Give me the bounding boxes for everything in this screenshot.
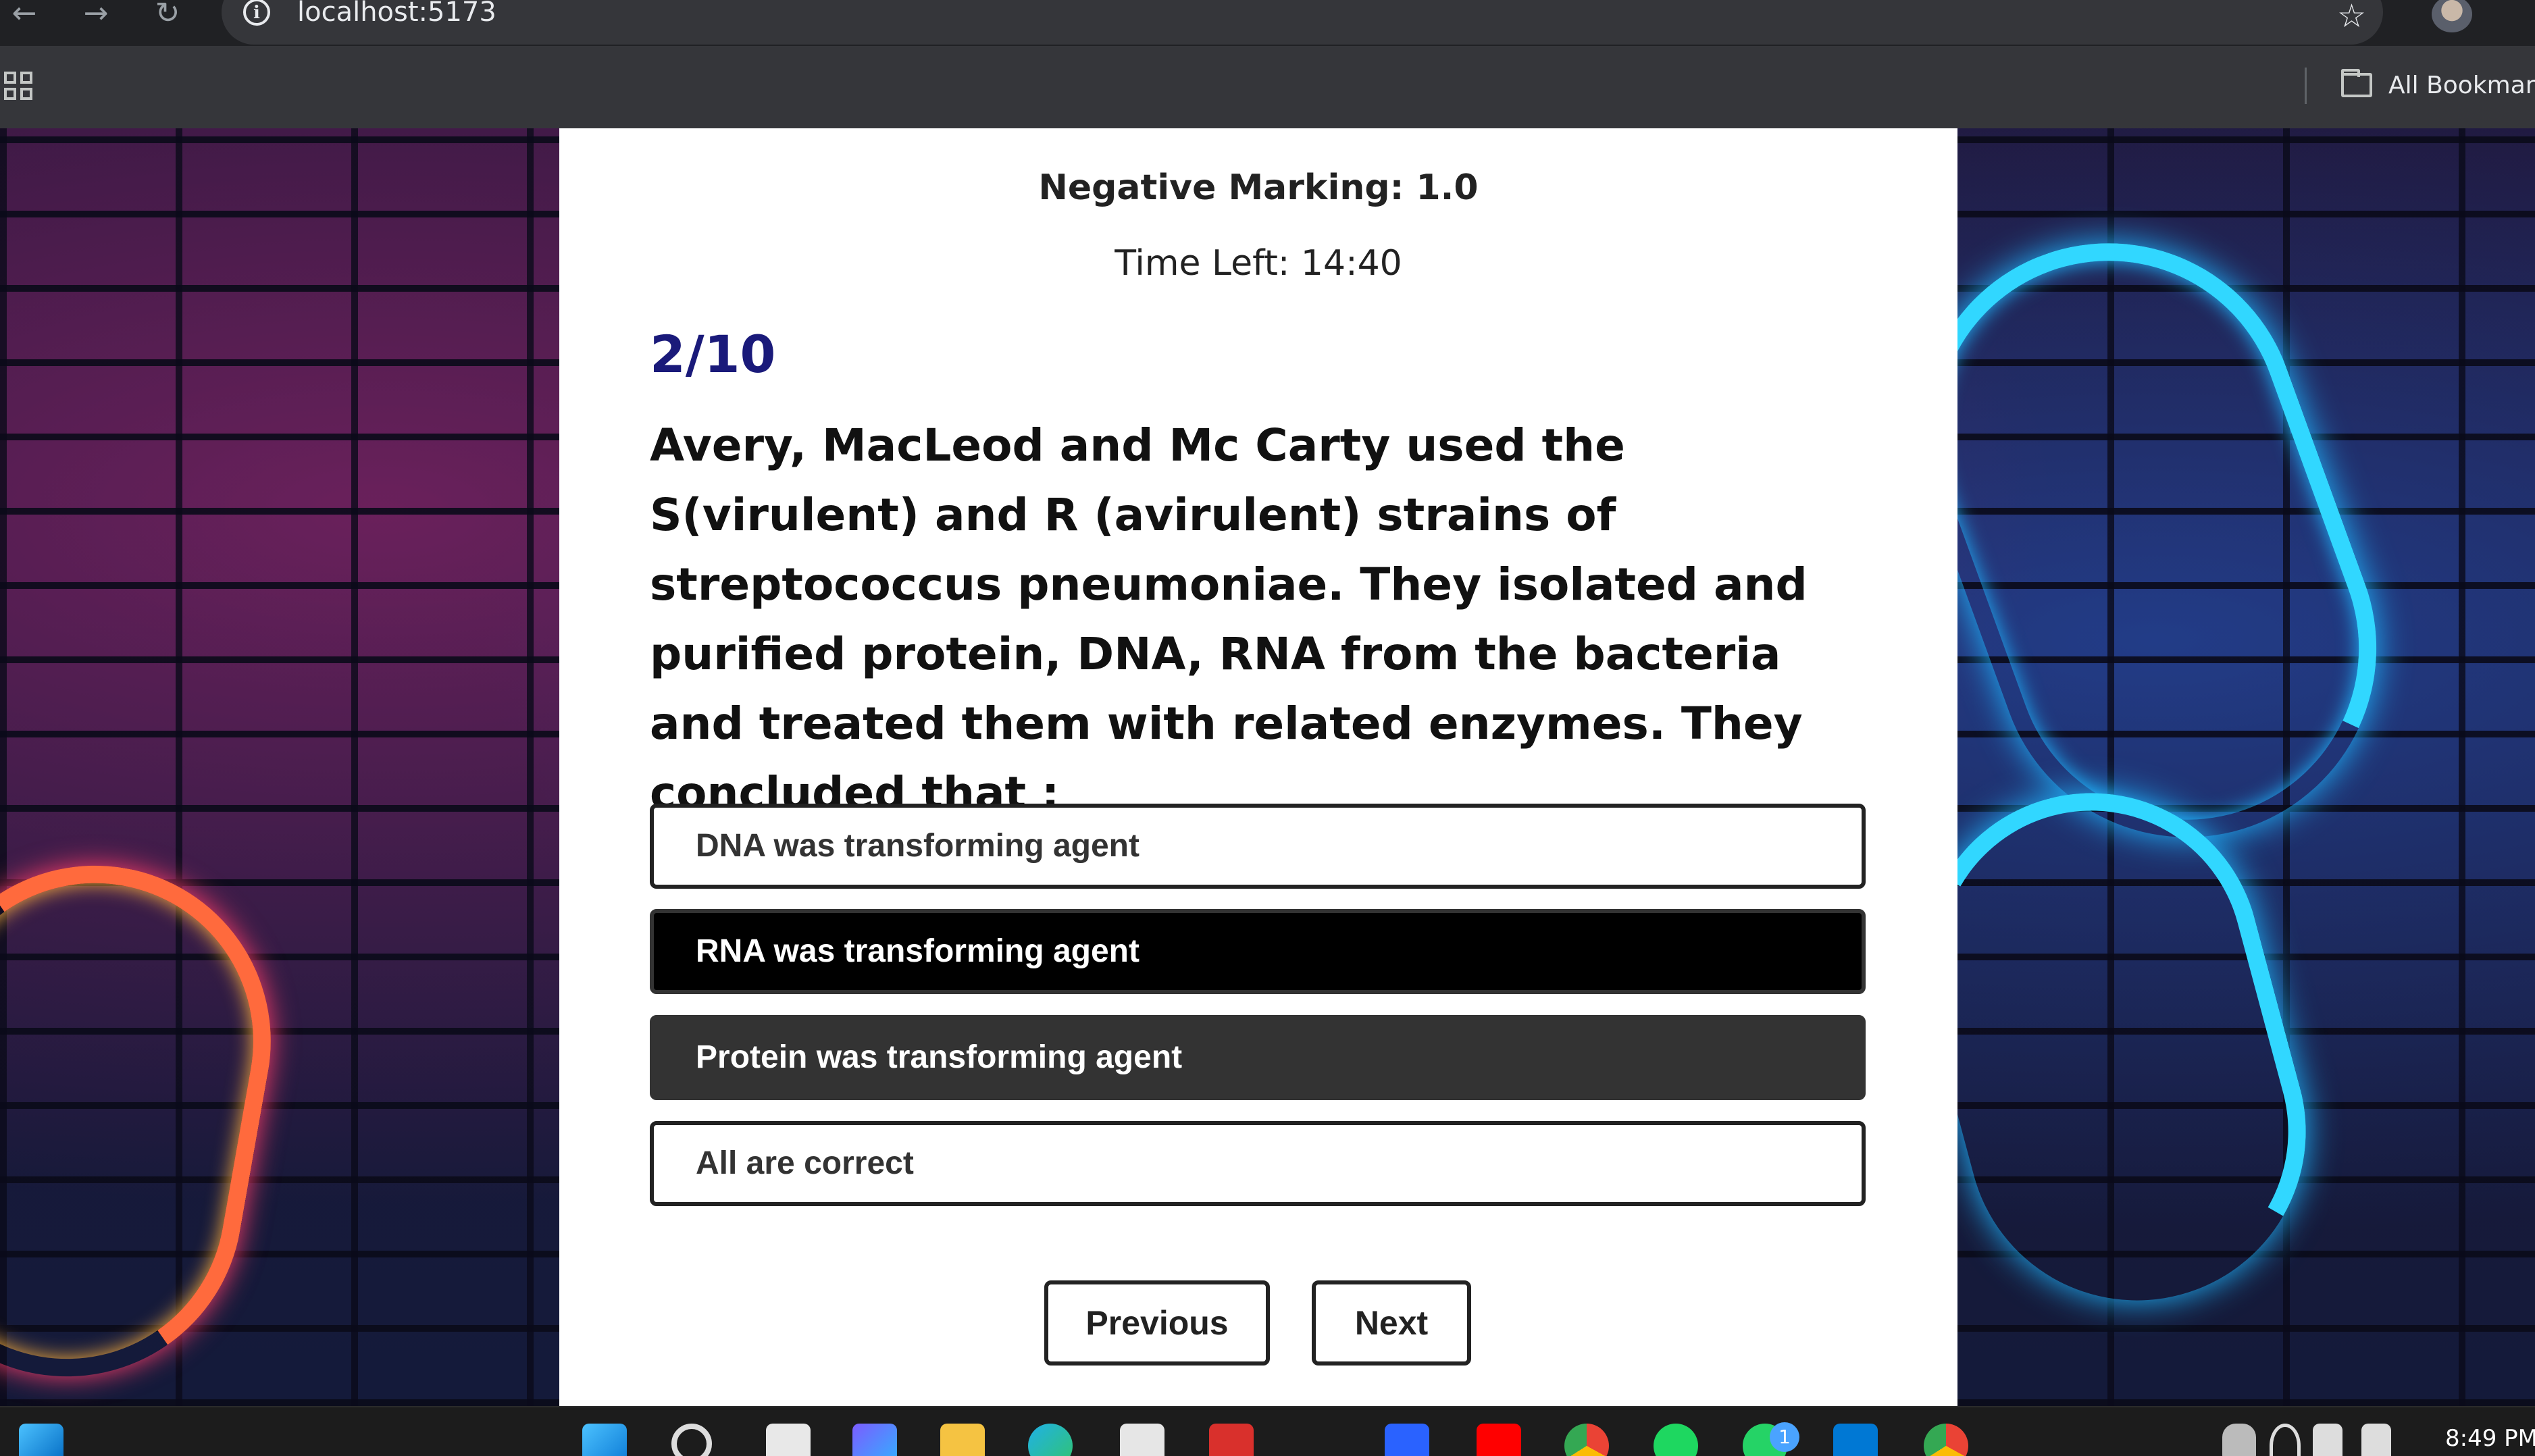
bookmarks-bar: All Bookmarks xyxy=(0,46,2535,128)
cloud-icon[interactable] xyxy=(2222,1424,2256,1456)
apps-grid-icon[interactable] xyxy=(4,72,32,100)
profile-avatar[interactable] xyxy=(2432,0,2472,32)
address-bar[interactable] xyxy=(222,0,2383,45)
search-icon[interactable] xyxy=(671,1424,712,1456)
next-button[interactable]: Next xyxy=(1312,1280,1471,1366)
option-2-selected[interactable]: RNA was transforming agent xyxy=(650,909,1866,994)
windows-start-icon[interactable] xyxy=(19,1424,63,1456)
notification-badge: 1 xyxy=(1770,1422,1799,1452)
spotify-icon[interactable] xyxy=(1654,1424,1698,1456)
edge-icon[interactable] xyxy=(1028,1424,1073,1456)
copilot-icon[interactable] xyxy=(852,1424,897,1456)
file-explorer-icon[interactable] xyxy=(940,1424,985,1456)
url-text[interactable]: localhost:5173 xyxy=(297,0,496,26)
mail-icon[interactable] xyxy=(1209,1424,1254,1456)
neon-question-mark-left xyxy=(0,837,299,1405)
bookmarks-divider xyxy=(2305,68,2307,104)
quiz-panel: Negative Marking: 1.0 Time Left: 14:40 2… xyxy=(559,128,1957,1406)
battery-icon[interactable] xyxy=(2361,1424,2391,1456)
forward-icon[interactable]: → xyxy=(76,0,116,28)
option-1[interactable]: DNA was transforming agent xyxy=(650,804,1866,889)
option-3[interactable]: Protein was transforming agent xyxy=(650,1015,1866,1100)
vscode-icon[interactable] xyxy=(1833,1424,1878,1456)
netflix-icon[interactable] xyxy=(1297,1424,1341,1456)
system-clock[interactable]: 8:49 PM xyxy=(2445,1425,2535,1452)
tray-chevron-icon[interactable] xyxy=(2193,1424,2220,1456)
reload-icon[interactable]: ↻ xyxy=(147,0,188,28)
browser-chrome: ← → ↻ i localhost:5173 ☆ All Bookmarks xyxy=(0,0,2535,128)
chrome-profile-icon[interactable] xyxy=(1924,1424,1968,1456)
volume-icon[interactable] xyxy=(2313,1424,2342,1456)
store-icon[interactable] xyxy=(1120,1424,1164,1456)
task-view-icon[interactable] xyxy=(766,1424,811,1456)
address-bar-row: ← → ↻ i localhost:5173 ☆ xyxy=(0,0,2535,46)
windows-taskbar: 1 8:49 PM xyxy=(0,1406,2535,1456)
wifi-icon[interactable] xyxy=(2270,1424,2301,1456)
time-left: Time Left: 14:40 xyxy=(1115,243,1402,284)
question-text: Avery, MacLeod and Mc Carty used the S(v… xyxy=(650,419,1808,819)
youtube-icon[interactable] xyxy=(1477,1424,1521,1456)
previous-button[interactable]: Previous xyxy=(1044,1280,1270,1366)
bookmark-star-icon[interactable]: ☆ xyxy=(2337,0,2366,35)
back-icon[interactable]: ← xyxy=(4,0,45,28)
chrome-icon[interactable] xyxy=(1564,1424,1609,1456)
option-4[interactable]: All are correct xyxy=(650,1121,1866,1206)
question-counter: 2/10 xyxy=(650,324,776,384)
folder-icon[interactable] xyxy=(2341,69,2372,97)
windows-logo-icon[interactable] xyxy=(582,1424,627,1456)
all-bookmarks-label[interactable]: All Bookmarks xyxy=(2388,72,2535,99)
negative-marking: Negative Marking: 1.0 xyxy=(1038,167,1479,208)
app-icon[interactable] xyxy=(1385,1424,1429,1456)
